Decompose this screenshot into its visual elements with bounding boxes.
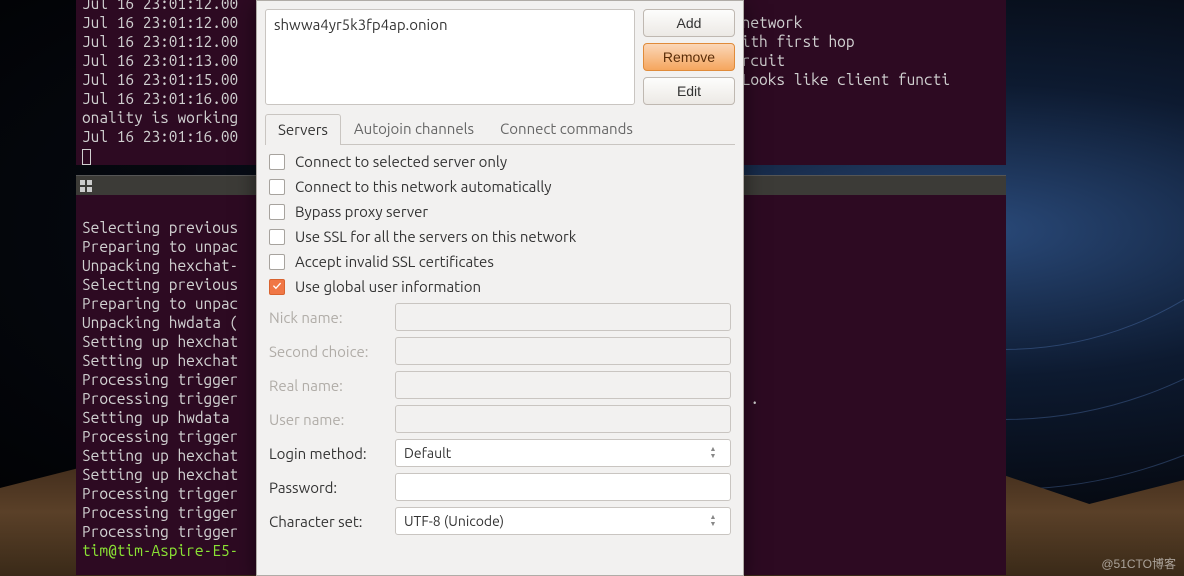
nickname-label: Nick name: (269, 309, 387, 326)
network-settings-dialog: shwwa4yr5k3fp4ap.onion Add Remove Edit S… (256, 0, 744, 576)
desktop-background: Jul 16 23:01:12.00 Jul 16 23:01:12.00 ne… (0, 0, 1184, 576)
spinner-icon: ▲▼ (704, 514, 722, 528)
tab-connect-commands[interactable]: Connect commands (487, 113, 646, 144)
tab-bar: Servers Autojoin channels Connect comman… (265, 113, 735, 145)
spinner-icon: ▲▼ (704, 446, 722, 460)
charset-label: Character set: (269, 513, 387, 530)
nickname-input (395, 303, 731, 331)
second-choice-label: Second choice: (269, 343, 387, 360)
check-bypass-proxy[interactable]: Bypass proxy server (269, 203, 731, 220)
charset-select[interactable]: UTF-8 (Unicode)▲▼ (395, 507, 731, 535)
edit-button[interactable]: Edit (643, 77, 735, 105)
login-method-select[interactable]: Default▲▼ (395, 439, 731, 467)
checkbox-checked-icon[interactable] (269, 279, 285, 295)
realname-label: Real name: (269, 377, 387, 394)
cursor-icon (82, 149, 91, 165)
window-grid-icon (79, 179, 93, 193)
checkbox-icon[interactable] (269, 179, 285, 195)
check-connect-selected[interactable]: Connect to selected server only (269, 153, 731, 170)
username-label: User name: (269, 411, 387, 428)
checkbox-icon[interactable] (269, 154, 285, 170)
checkbox-icon[interactable] (269, 254, 285, 270)
check-use-ssl[interactable]: Use SSL for all the servers on this netw… (269, 228, 731, 245)
login-method-label: Login method: (269, 445, 387, 462)
remove-button[interactable]: Remove (643, 43, 735, 71)
password-label: Password: (269, 479, 387, 496)
check-global-user-info[interactable]: Use global user information (269, 278, 731, 295)
tab-autojoin[interactable]: Autojoin channels (341, 113, 487, 144)
check-accept-invalid-ssl[interactable]: Accept invalid SSL certificates (269, 253, 731, 270)
checkbox-icon[interactable] (269, 204, 285, 220)
server-list-entry[interactable]: shwwa4yr5k3fp4ap.onion (274, 16, 448, 33)
tab-servers[interactable]: Servers (265, 114, 341, 145)
password-input[interactable] (395, 473, 731, 501)
username-input (395, 405, 731, 433)
checkbox-icon[interactable] (269, 229, 285, 245)
server-list[interactable]: shwwa4yr5k3fp4ap.onion (265, 9, 635, 105)
add-button[interactable]: Add (643, 9, 735, 37)
realname-input (395, 371, 731, 399)
watermark-text: @51CTO博客 (1101, 555, 1176, 572)
second-choice-input (395, 337, 731, 365)
check-connect-auto[interactable]: Connect to this network automatically (269, 178, 731, 195)
